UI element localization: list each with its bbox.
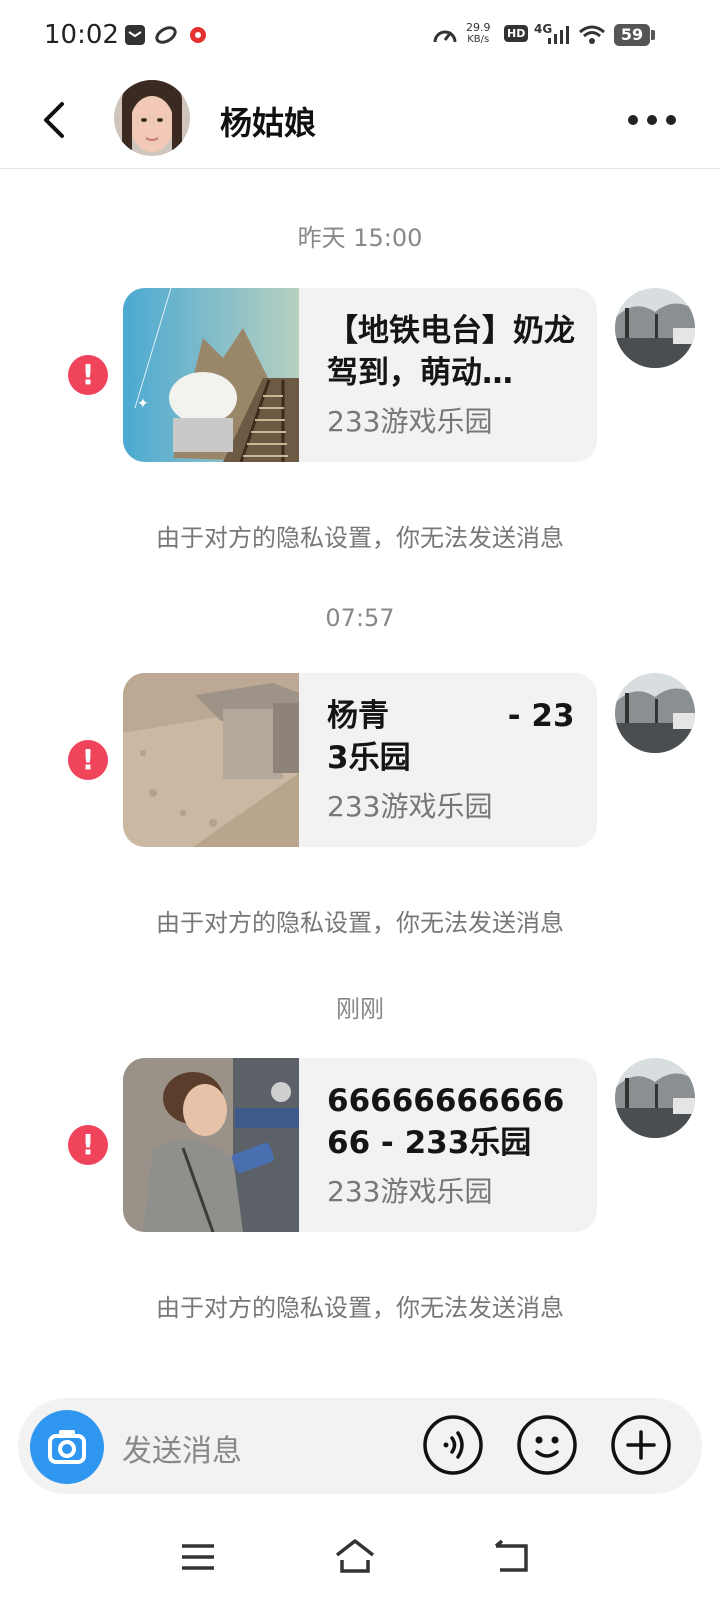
privacy-notice: 由于对方的隐私设置，你无法发送消息	[156, 524, 564, 552]
card-title: 杨青 - 233乐园	[327, 698, 575, 776]
card-source: 233游戏乐园	[327, 1175, 493, 1208]
camera-button[interactable]	[30, 1410, 104, 1484]
emoji-icon[interactable]	[516, 1414, 578, 1476]
card-thumbnail	[123, 673, 299, 847]
speed-gauge-icon	[433, 30, 457, 43]
message-time: 刚刚	[336, 995, 384, 1023]
voice-icon[interactable]	[422, 1414, 484, 1476]
link-card[interactable]: 6666666666666 - 233乐园 233游戏乐园	[123, 1058, 597, 1232]
card-title: 【地铁电台】奶龙驾到，萌动…	[327, 313, 575, 391]
dot	[666, 115, 676, 125]
net-speed: 29.9 KB/s	[466, 22, 491, 46]
message-time: 昨天 15:00	[297, 224, 423, 252]
battery-icon: 59	[614, 24, 650, 46]
battery-tip	[651, 30, 655, 40]
link-card[interactable]: 杨青 - 233乐园 233游戏乐园	[123, 673, 597, 847]
link-app-icon	[155, 26, 177, 44]
more-horizontal-icon[interactable]	[628, 106, 700, 134]
card-source: 233游戏乐园	[327, 405, 493, 438]
plus-icon[interactable]	[610, 1414, 672, 1476]
status-time: 10:02	[44, 20, 119, 50]
error-icon[interactable]: !	[68, 740, 108, 780]
svg-text:✦: ✦	[137, 396, 149, 412]
wifi-icon	[579, 25, 605, 44]
my-avatar[interactable]	[615, 673, 695, 753]
status-bar: 10:02 29.9 KB/s HD 4G 59	[0, 0, 720, 72]
hd-badge: HD	[504, 25, 529, 42]
card-source: 233游戏乐园	[327, 790, 493, 823]
dot	[628, 115, 638, 125]
card-thumbnail	[123, 1058, 299, 1232]
privacy-notice: 由于对方的隐私设置，你无法发送消息	[156, 909, 564, 937]
battery-level: 59	[620, 25, 644, 44]
net-speed-value: 29.9	[466, 21, 491, 34]
home-icon[interactable]	[334, 1538, 376, 1574]
card-thumbnail: ✦	[123, 288, 299, 462]
mail-app-icon	[125, 25, 145, 45]
link-card[interactable]: ✦ 【地铁电台】奶龙驾到，萌动… 233游戏乐园	[123, 288, 597, 462]
my-avatar[interactable]	[615, 288, 695, 368]
camera-icon	[48, 1430, 86, 1464]
record-app-icon	[190, 27, 206, 43]
net-speed-unit: KB/s	[467, 34, 490, 45]
chat-header: 杨姑娘	[0, 72, 720, 169]
menu-icon[interactable]	[180, 1542, 216, 1572]
error-icon[interactable]: !	[68, 355, 108, 395]
message-input[interactable]: 发送消息	[122, 1426, 242, 1470]
message-input-bar: 发送消息	[18, 1398, 702, 1494]
dot	[647, 115, 657, 125]
contact-avatar[interactable]	[114, 80, 190, 156]
contact-name: 杨姑娘	[220, 104, 317, 142]
my-avatar[interactable]	[615, 1058, 695, 1138]
message-time: 07:57	[325, 604, 395, 632]
privacy-notice: 由于对方的隐私设置，你无法发送消息	[156, 1294, 564, 1322]
chevron-left-icon[interactable]	[36, 98, 76, 142]
error-icon[interactable]: !	[68, 1125, 108, 1165]
signal-icon	[548, 26, 569, 44]
system-nav-bar	[0, 1520, 720, 1600]
card-title: 6666666666666 - 233乐园	[327, 1083, 565, 1161]
back-icon[interactable]	[492, 1540, 530, 1574]
